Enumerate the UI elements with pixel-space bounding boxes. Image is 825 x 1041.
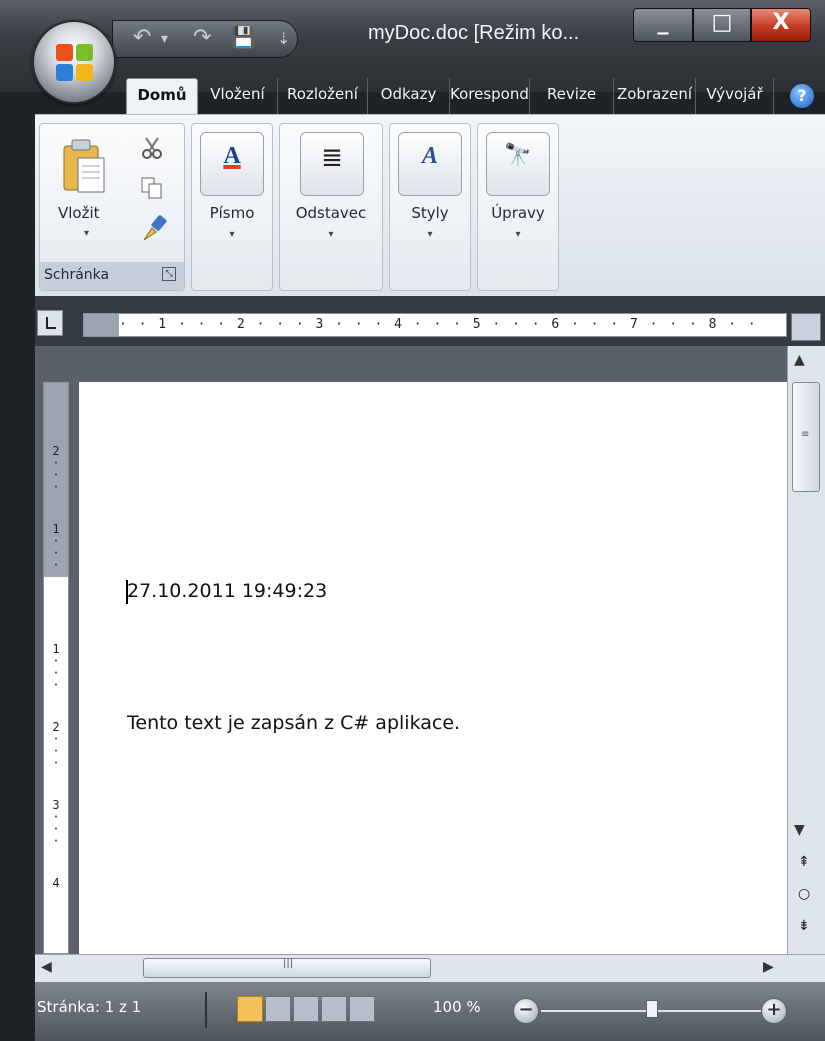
clipboard-group-label: Schránka ⤡ xyxy=(40,262,184,290)
status-divider xyxy=(205,992,207,1028)
previous-page-icon[interactable]: ⇞ xyxy=(798,854,810,870)
find-binoculars-icon: 🔭 xyxy=(504,143,532,168)
group-clipboard: Vložit ▾ Schránka ⤡ xyxy=(39,123,185,291)
word-window: ↶ ▾ ↷ 💾 ⇣ myDoc.doc [Režim ko... _ □ X D… xyxy=(0,0,825,1041)
font-label[interactable]: Písmo xyxy=(192,204,272,222)
tab-insert[interactable]: Vložení xyxy=(198,78,278,114)
status-bar: Stránka: 1 z 1 100 % − + xyxy=(35,982,825,1041)
font-dropdown-icon[interactable]: ▾ xyxy=(192,229,272,240)
scroll-grip-icon: ||| xyxy=(283,958,294,969)
office-button[interactable] xyxy=(32,20,116,104)
undo-dropdown-icon[interactable]: ▾ xyxy=(161,31,168,47)
office-logo-icon xyxy=(56,44,94,82)
vertical-ruler[interactable]: 2 · · · 1 · · · 1 · · · 2 · · · 3 · · · 4 xyxy=(43,382,69,954)
vertical-scrollbar[interactable]: ▲ ≡ ▼ ⇞ ○ ⇟ xyxy=(787,346,825,954)
paste-label[interactable]: Vložit xyxy=(58,204,100,222)
horizontal-ruler[interactable]: · · 1 · · · 2 · · · 3 · · · 4 · · · 5 · … xyxy=(83,313,787,337)
styles-dropdown-icon[interactable]: ▾ xyxy=(390,229,470,240)
document-line-date[interactable]: 27.10.2011 19:49:23 xyxy=(127,580,327,602)
group-paragraph: ≣ Odstavec ▾ xyxy=(279,123,383,291)
redo-icon[interactable]: ↷ xyxy=(193,25,211,50)
next-page-icon[interactable]: ⇟ xyxy=(798,918,810,934)
cut-icon[interactable] xyxy=(140,136,164,160)
format-painter-icon[interactable] xyxy=(140,214,168,242)
document-area: 2 · · · 1 · · · 1 · · · 2 · · · 3 · · · 4 27.10.20… xyxy=(35,346,787,954)
maximize-button[interactable]: □ xyxy=(693,8,751,42)
paste-icon[interactable] xyxy=(62,138,106,194)
styles-button[interactable]: A xyxy=(398,132,462,196)
zoom-level[interactable]: 100 % xyxy=(433,998,481,1016)
window-title: myDoc.doc [Režim ko... xyxy=(368,22,580,44)
ribbon: Vložit ▾ Schránka ⤡ A Písmo ▾ ≣ Odstavec… xyxy=(35,114,825,296)
document-line-text[interactable]: Tento text je zapsán z C# aplikace. xyxy=(127,712,460,734)
copy-icon[interactable] xyxy=(140,176,164,200)
horizontal-scrollbar[interactable]: ◀ ||| ▶ xyxy=(35,954,825,982)
tab-selector-icon[interactable] xyxy=(37,310,63,336)
scroll-down-icon[interactable]: ▼ xyxy=(794,822,805,838)
scroll-left-icon[interactable]: ◀ xyxy=(41,959,52,975)
maximize-icon: □ xyxy=(711,10,733,35)
scroll-right-icon[interactable]: ▶ xyxy=(763,959,774,975)
scroll-up-icon[interactable]: ▲ xyxy=(794,352,805,368)
group-styles: A Styly ▾ xyxy=(389,123,471,291)
minimize-button[interactable]: _ xyxy=(633,8,693,42)
align-center-icon: ≣ xyxy=(321,143,343,173)
paragraph-dropdown-icon[interactable]: ▾ xyxy=(280,229,382,240)
ruler-ticks: · · 1 · · · 2 · · · 3 · · · 4 · · · 5 · … xyxy=(119,317,758,332)
document-page[interactable]: 27.10.2011 19:49:23 Tento text je zapsán… xyxy=(79,382,787,954)
editing-label[interactable]: Úpravy xyxy=(478,204,558,222)
paste-dropdown-icon[interactable]: ▾ xyxy=(84,228,89,239)
paragraph-button[interactable]: ≣ xyxy=(300,132,364,196)
tab-mailings[interactable]: Korespondence xyxy=(450,78,530,114)
customize-qat-icon[interactable]: ⇣ xyxy=(277,29,290,48)
close-icon: X xyxy=(772,10,790,35)
quick-access-toolbar: ↶ ▾ ↷ 💾 ⇣ xyxy=(112,20,298,58)
font-button[interactable]: A xyxy=(200,132,264,196)
view-ruler-icon[interactable] xyxy=(791,313,821,341)
outline-view-icon[interactable] xyxy=(321,996,347,1022)
print-layout-icon[interactable] xyxy=(237,996,263,1022)
ruler-margin xyxy=(84,314,119,336)
paragraph-label[interactable]: Odstavec xyxy=(280,204,382,222)
minimize-icon: _ xyxy=(657,10,669,35)
editing-dropdown-icon[interactable]: ▾ xyxy=(478,229,558,240)
tab-developer[interactable]: Vývojář xyxy=(696,78,774,114)
select-browse-object-icon[interactable]: ○ xyxy=(798,886,810,902)
zoom-slider-thumb[interactable] xyxy=(646,1000,658,1018)
tab-layout[interactable]: Rozložení xyxy=(278,78,368,114)
ruler-row: · · 1 · · · 2 · · · 3 · · · 4 · · · 5 · … xyxy=(35,296,825,346)
undo-icon[interactable]: ↶ xyxy=(133,25,151,50)
web-layout-icon[interactable] xyxy=(293,996,319,1022)
zoom-out-icon[interactable]: − xyxy=(513,998,539,1024)
tab-review[interactable]: Revize xyxy=(530,78,614,114)
help-icon[interactable]: ? xyxy=(790,84,814,108)
zoom-in-icon[interactable]: + xyxy=(761,998,787,1024)
styles-label[interactable]: Styly xyxy=(390,204,470,222)
tab-view[interactable]: Zobrazení xyxy=(614,78,696,114)
styles-icon: A xyxy=(421,143,438,169)
vertical-scroll-thumb[interactable]: ≡ xyxy=(792,382,820,492)
font-color-icon: A xyxy=(223,143,241,169)
page-count[interactable]: Stránka: 1 z 1 xyxy=(37,998,141,1016)
ribbon-tabs: Domů Vložení Rozložení Odkazy Koresponde… xyxy=(0,78,825,114)
group-font: A Písmo ▾ xyxy=(191,123,273,291)
tab-home[interactable]: Domů xyxy=(126,78,198,114)
vertical-ruler-ticks: 2 · · · 1 · · · 1 · · · 2 · · · 3 · · · 4 xyxy=(52,444,60,890)
full-screen-reading-icon[interactable] xyxy=(265,996,291,1022)
save-icon[interactable]: 💾 xyxy=(231,25,256,49)
draft-view-icon[interactable] xyxy=(349,996,375,1022)
group-editing: 🔭 Úpravy ▾ xyxy=(477,123,559,291)
tab-references[interactable]: Odkazy xyxy=(368,78,450,114)
editing-button[interactable]: 🔭 xyxy=(486,132,550,196)
close-button[interactable]: X xyxy=(751,8,811,42)
dialog-launcher-icon[interactable]: ⤡ xyxy=(162,267,176,281)
